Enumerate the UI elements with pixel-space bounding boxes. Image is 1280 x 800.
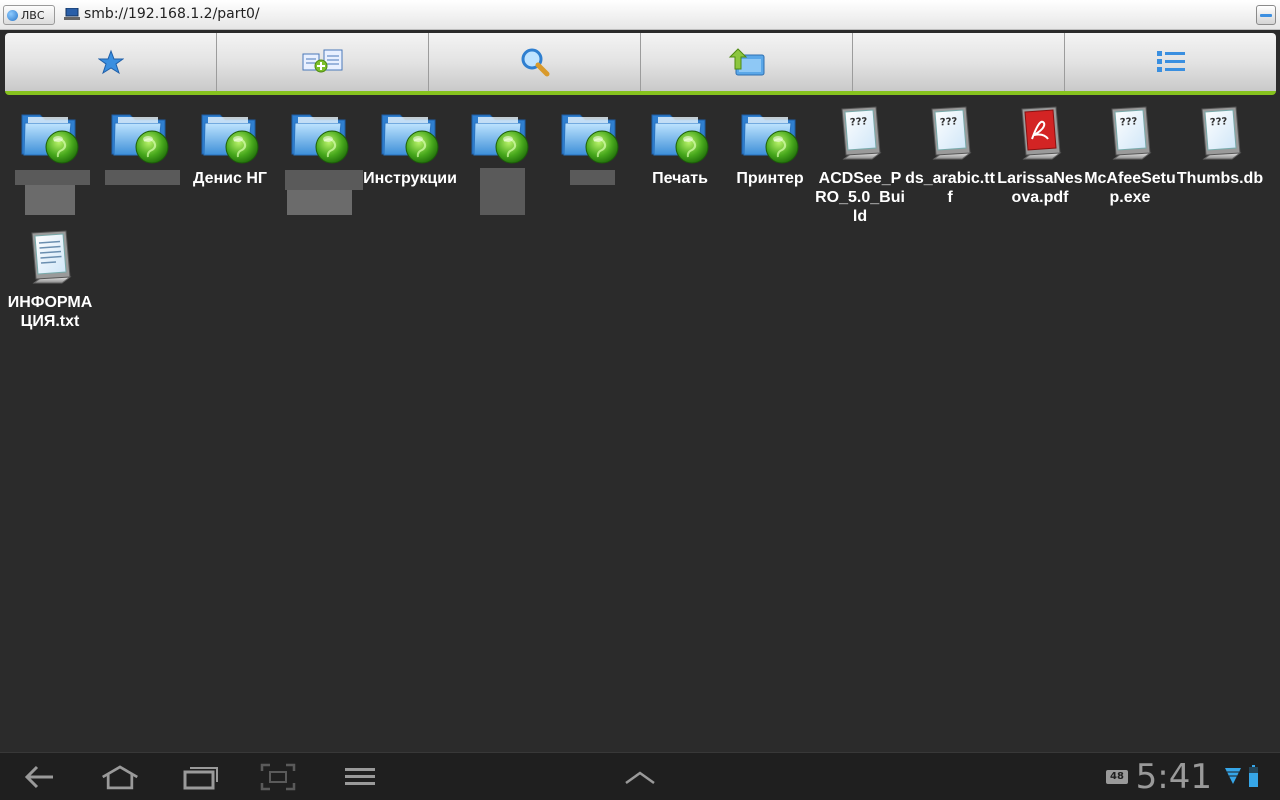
redacted-label bbox=[25, 185, 75, 215]
unknown-file-icon bbox=[1098, 103, 1162, 167]
copy-button[interactable] bbox=[217, 33, 429, 91]
toolbar-empty-slot bbox=[853, 33, 1065, 91]
collapse-button[interactable] bbox=[1256, 5, 1276, 25]
network-folder-item[interactable]: Печать bbox=[635, 100, 725, 215]
unknown-file-icon bbox=[828, 103, 892, 167]
item-label: Thumbs.db bbox=[1176, 170, 1264, 187]
item-label: McAfeeSetup.exe bbox=[1084, 170, 1176, 206]
item-label: Инструкции bbox=[363, 170, 457, 187]
network-folder-icon bbox=[738, 103, 802, 167]
network-folder-icon bbox=[648, 103, 712, 167]
network-folder-item[interactable]: Денис НГ bbox=[185, 100, 275, 215]
star-icon bbox=[97, 49, 124, 75]
battery-icon bbox=[1249, 765, 1258, 787]
network-folder-item[interactable] bbox=[5, 100, 95, 215]
copy-files-icon bbox=[302, 49, 342, 73]
item-label: LarissaNesova.pdf bbox=[997, 170, 1083, 206]
redacted-label bbox=[480, 168, 525, 215]
item-label: Печать bbox=[652, 170, 708, 187]
view-mode-button[interactable] bbox=[1065, 33, 1276, 91]
system-nav-bar: 48 5:41 bbox=[0, 752, 1280, 800]
text-file-icon bbox=[18, 227, 82, 291]
up-folder-button[interactable] bbox=[641, 33, 853, 91]
search-icon bbox=[521, 48, 549, 77]
recent-apps-button[interactable] bbox=[180, 761, 220, 793]
network-folder-icon bbox=[558, 103, 622, 167]
item-label: ИНФОРМАЦИЯ.txt bbox=[7, 294, 93, 330]
network-folder-icon bbox=[468, 103, 532, 167]
menu-button[interactable] bbox=[340, 761, 380, 793]
redacted-label bbox=[570, 170, 615, 185]
file-item[interactable]: ИНФОРМАЦИЯ.txt bbox=[5, 224, 95, 339]
favorites-button[interactable] bbox=[5, 33, 217, 91]
toolbar bbox=[5, 33, 1276, 95]
recent-apps-icon bbox=[183, 767, 218, 790]
network-folder-item[interactable] bbox=[95, 100, 185, 215]
list-view-icon bbox=[1156, 51, 1185, 72]
network-folder-item[interactable]: Принтер bbox=[725, 100, 815, 215]
home-button[interactable] bbox=[100, 761, 140, 793]
redacted-label bbox=[105, 170, 180, 185]
file-item[interactable]: ACDSee_PRO_5.0_Build bbox=[815, 100, 905, 225]
network-folder-item[interactable] bbox=[275, 100, 365, 215]
item-label: Денис НГ bbox=[193, 170, 267, 187]
redacted-label bbox=[285, 170, 363, 190]
search-button[interactable] bbox=[429, 33, 641, 91]
status-clock[interactable]: 5:41 bbox=[1136, 757, 1212, 797]
pdf-file-icon bbox=[1008, 103, 1072, 167]
network-folder-icon bbox=[18, 103, 82, 167]
network-folder-icon bbox=[108, 103, 172, 167]
file-item[interactable]: McAfeeSetup.exe bbox=[1084, 100, 1176, 215]
network-icon bbox=[7, 9, 18, 21]
redacted-label bbox=[15, 170, 90, 185]
network-folder-icon bbox=[288, 103, 352, 167]
notification-badge[interactable]: 48 bbox=[1106, 770, 1128, 784]
item-label: ds_arabic.ttf bbox=[905, 170, 995, 206]
file-item[interactable]: ds_arabic.ttf bbox=[905, 100, 995, 215]
back-button[interactable] bbox=[20, 761, 60, 793]
back-arrow-icon bbox=[24, 765, 53, 789]
home-icon bbox=[102, 765, 138, 790]
address-bar: ЛВС smb://192.168.1.2/part0/ bbox=[0, 0, 1280, 30]
screenshot-icon bbox=[260, 763, 296, 791]
current-path[interactable]: smb://192.168.1.2/part0/ bbox=[84, 6, 260, 22]
item-label: ACDSee_PRO_5.0_Build bbox=[815, 170, 905, 225]
network-folder-item[interactable] bbox=[545, 100, 635, 215]
file-item[interactable]: LarissaNesova.pdf bbox=[995, 100, 1085, 215]
folder-up-icon bbox=[728, 48, 764, 76]
computer-icon bbox=[64, 8, 80, 20]
menu-icon bbox=[345, 768, 375, 785]
unknown-file-icon bbox=[918, 103, 982, 167]
network-button-label: ЛВС bbox=[21, 8, 45, 22]
network-location-button[interactable]: ЛВС bbox=[3, 5, 55, 25]
wifi-icon bbox=[1225, 768, 1241, 784]
unknown-file-icon bbox=[1188, 103, 1252, 167]
network-folder-item[interactable] bbox=[455, 100, 545, 215]
expand-button[interactable] bbox=[620, 761, 660, 793]
file-item[interactable]: Thumbs.db bbox=[1175, 100, 1265, 215]
network-folder-icon bbox=[378, 103, 442, 167]
network-folder-item[interactable]: Инструкции bbox=[363, 100, 457, 215]
network-folder-icon bbox=[198, 103, 262, 167]
chevron-up-icon bbox=[625, 771, 655, 785]
screenshot-button[interactable] bbox=[258, 761, 298, 793]
redacted-label bbox=[287, 190, 352, 215]
item-label: Принтер bbox=[736, 170, 804, 187]
